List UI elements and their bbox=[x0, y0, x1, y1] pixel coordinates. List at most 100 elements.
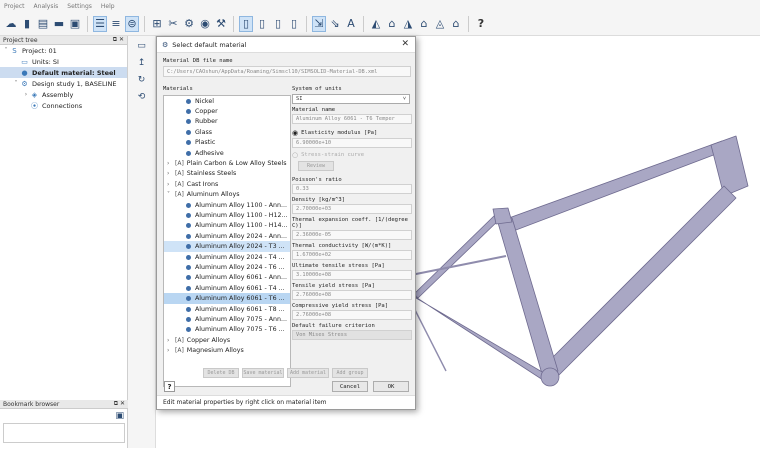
expand-arrow-icon[interactable]: ˅ bbox=[12, 80, 20, 87]
expand-arrow-icon[interactable]: ˅ bbox=[167, 191, 175, 198]
save-material-button[interactable]: Save material bbox=[242, 368, 284, 378]
text-label-icon[interactable]: A bbox=[344, 16, 358, 32]
frame-tube[interactable] bbox=[540, 367, 560, 387]
material-item[interactable]: Aluminum Alloy 2024 - T6 ... bbox=[164, 262, 290, 272]
project-tree-item[interactable]: ˅ ⚙ Design study 1, BASELINE bbox=[0, 78, 127, 89]
delete-db-button[interactable]: Delete DB bbox=[203, 368, 239, 378]
material-item[interactable]: Aluminum Alloy 7075 - T6 ... bbox=[164, 325, 290, 335]
frame-tube[interactable] bbox=[543, 185, 737, 377]
probe4-icon[interactable]: ▯ bbox=[287, 16, 301, 32]
menu-analysis[interactable]: Analysis bbox=[34, 3, 59, 10]
axis-icon[interactable]: ↥ bbox=[134, 56, 150, 70]
chart6-icon[interactable]: ⌂ bbox=[449, 16, 463, 32]
material-name-field[interactable]: Aluminum Alloy 6061 - T6 Temper bbox=[292, 114, 412, 124]
panel-controls-icon[interactable]: ⧉ ✕ bbox=[114, 400, 125, 408]
chart3-icon[interactable]: ◮ bbox=[401, 16, 415, 32]
project-tree-item[interactable]: ▭ Units: SI bbox=[0, 56, 127, 67]
material-item[interactable]: Aluminum Alloy 1100 - H12... bbox=[164, 210, 290, 220]
material-item[interactable]: Aluminum Alloy 2024 - Ann... bbox=[164, 231, 290, 241]
failure-select[interactable]: Von Mises Stress bbox=[292, 330, 412, 340]
close-icon[interactable]: ✕ bbox=[401, 39, 409, 49]
material-item[interactable]: Rubber bbox=[164, 117, 290, 127]
visibility-icon[interactable]: ◉ bbox=[198, 16, 212, 32]
db-path-field[interactable]: C:/Users/CAOshun/AppData/Roaming/Simscl1… bbox=[163, 66, 411, 77]
open-folder-icon[interactable]: ▬ bbox=[52, 16, 66, 32]
settings-icon[interactable]: ⚒ bbox=[214, 16, 228, 32]
expand-arrow-icon[interactable]: › bbox=[167, 170, 175, 177]
material-item[interactable]: Aluminum Alloy 6061 - Ann... bbox=[164, 273, 290, 283]
rotate-icon[interactable]: ↻ bbox=[134, 73, 150, 87]
cys-field[interactable]: 2.76000e+08 bbox=[292, 310, 412, 320]
chart2-icon[interactable]: ⌂ bbox=[385, 16, 399, 32]
save-icon[interactable]: ▤ bbox=[36, 16, 50, 32]
material-item[interactable]: Copper bbox=[164, 106, 290, 116]
menu-project[interactable]: Project bbox=[4, 3, 25, 10]
camera-icon[interactable]: ▣ bbox=[115, 411, 124, 421]
fit-icon[interactable]: ⟲ bbox=[134, 90, 150, 104]
expand-arrow-icon[interactable]: › bbox=[167, 347, 175, 354]
thermal-exp-field[interactable]: 2.36000e-05 bbox=[292, 230, 412, 240]
solver-icon[interactable]: ⚙ bbox=[182, 16, 196, 32]
add-material-button[interactable]: Add material bbox=[287, 368, 329, 378]
tree-view-icon[interactable]: ☰ bbox=[93, 15, 107, 32]
uts-field[interactable]: 3.10000e+08 bbox=[292, 270, 412, 280]
material-item[interactable]: Aluminum Alloy 1100 - H14... bbox=[164, 221, 290, 231]
measure-icon[interactable]: ⇲ bbox=[312, 15, 326, 32]
material-item[interactable]: Plastic bbox=[164, 138, 290, 148]
cancel-button[interactable]: Cancel bbox=[332, 381, 368, 392]
add-group-button[interactable]: Add group bbox=[332, 368, 368, 378]
material-item[interactable]: Aluminum Alloy 1100 - Ann... bbox=[164, 200, 290, 210]
expand-arrow-icon[interactable]: › bbox=[167, 160, 175, 167]
menu-help[interactable]: Help bbox=[101, 3, 115, 10]
new-file-icon[interactable]: ▮ bbox=[20, 16, 34, 32]
help-button[interactable]: ? bbox=[164, 381, 175, 392]
material-group[interactable]: › [A] Stainless Steels bbox=[164, 169, 290, 179]
material-item[interactable]: Glass bbox=[164, 127, 290, 137]
cloud-icon[interactable]: ☁ bbox=[4, 16, 18, 32]
list-view-icon[interactable]: ≡ bbox=[109, 16, 123, 32]
material-item[interactable]: Aluminum Alloy 6061 - T6 ... bbox=[164, 293, 290, 304]
view-cube-icon[interactable]: ▭ bbox=[134, 39, 150, 53]
material-item[interactable]: Aluminum Alloy 2024 - T4 ... bbox=[164, 252, 290, 262]
expand-arrow-icon[interactable]: ˅ bbox=[2, 47, 10, 54]
frame-tube[interactable] bbox=[710, 135, 749, 197]
project-tree-item[interactable]: › ◈ Assembly bbox=[0, 89, 127, 100]
menu-settings[interactable]: Settings bbox=[67, 3, 92, 10]
project-tree-item[interactable]: ● Default material: Steel bbox=[0, 67, 127, 78]
material-db-icon[interactable]: ⊜ bbox=[125, 15, 139, 32]
frame-tube[interactable] bbox=[492, 207, 513, 225]
mesh-icon[interactable]: ⊞ bbox=[150, 16, 164, 32]
chart5-icon[interactable]: ◬ bbox=[433, 16, 447, 32]
save-as-icon[interactable]: ▣ bbox=[68, 16, 82, 32]
frame-tube[interactable] bbox=[413, 213, 502, 299]
radio-selected-icon[interactable]: ◉ bbox=[292, 129, 298, 137]
material-group[interactable]: › [A] Cast Irons bbox=[164, 179, 290, 189]
density-field[interactable]: 2.70000e+03 bbox=[292, 204, 412, 214]
units-select[interactable]: SI ˅ bbox=[292, 94, 410, 104]
stress-strain-radio-row[interactable]: ○ Stress-strain curve bbox=[292, 151, 412, 159]
review-button[interactable]: Review bbox=[298, 161, 334, 171]
help-icon[interactable]: ? bbox=[474, 16, 488, 32]
project-tree-item[interactable]: ˅ S Project: 01 bbox=[0, 45, 127, 56]
project-tree-item[interactable]: ⦿ Connections bbox=[0, 100, 127, 111]
ok-button[interactable]: OK bbox=[373, 381, 409, 392]
material-item[interactable]: Adhesive bbox=[164, 148, 290, 158]
material-item[interactable]: Aluminum Alloy 2024 - T3 ... bbox=[164, 241, 290, 252]
material-item[interactable]: Nickel bbox=[164, 96, 290, 106]
measure2-icon[interactable]: ⇘ bbox=[328, 16, 342, 32]
cross-section-icon[interactable]: ✂ bbox=[166, 16, 180, 32]
probe-icon[interactable]: ▯ bbox=[239, 15, 253, 32]
radio-empty-icon[interactable]: ○ bbox=[292, 151, 298, 159]
expand-arrow-icon[interactable]: › bbox=[167, 181, 175, 188]
material-item[interactable]: Aluminum Alloy 6061 - T4 ... bbox=[164, 283, 290, 293]
chart4-icon[interactable]: ⌂ bbox=[417, 16, 431, 32]
material-item[interactable]: Aluminum Alloy 6061 - T8 ... bbox=[164, 304, 290, 314]
elastic-field[interactable]: 6.90000e+10 bbox=[292, 138, 412, 148]
poisson-field[interactable]: 0.33 bbox=[292, 184, 412, 194]
expand-arrow-icon[interactable]: › bbox=[22, 91, 30, 98]
material-item[interactable]: Aluminum Alloy 7075 - Ann... bbox=[164, 314, 290, 324]
probe3-icon[interactable]: ▯ bbox=[271, 16, 285, 32]
tys-field[interactable]: 2.76000e+08 bbox=[292, 290, 412, 300]
panel-controls-icon[interactable]: ⧉ ✕ bbox=[113, 36, 124, 44]
material-group[interactable]: › [A] Magnesium Alloys bbox=[164, 345, 290, 355]
